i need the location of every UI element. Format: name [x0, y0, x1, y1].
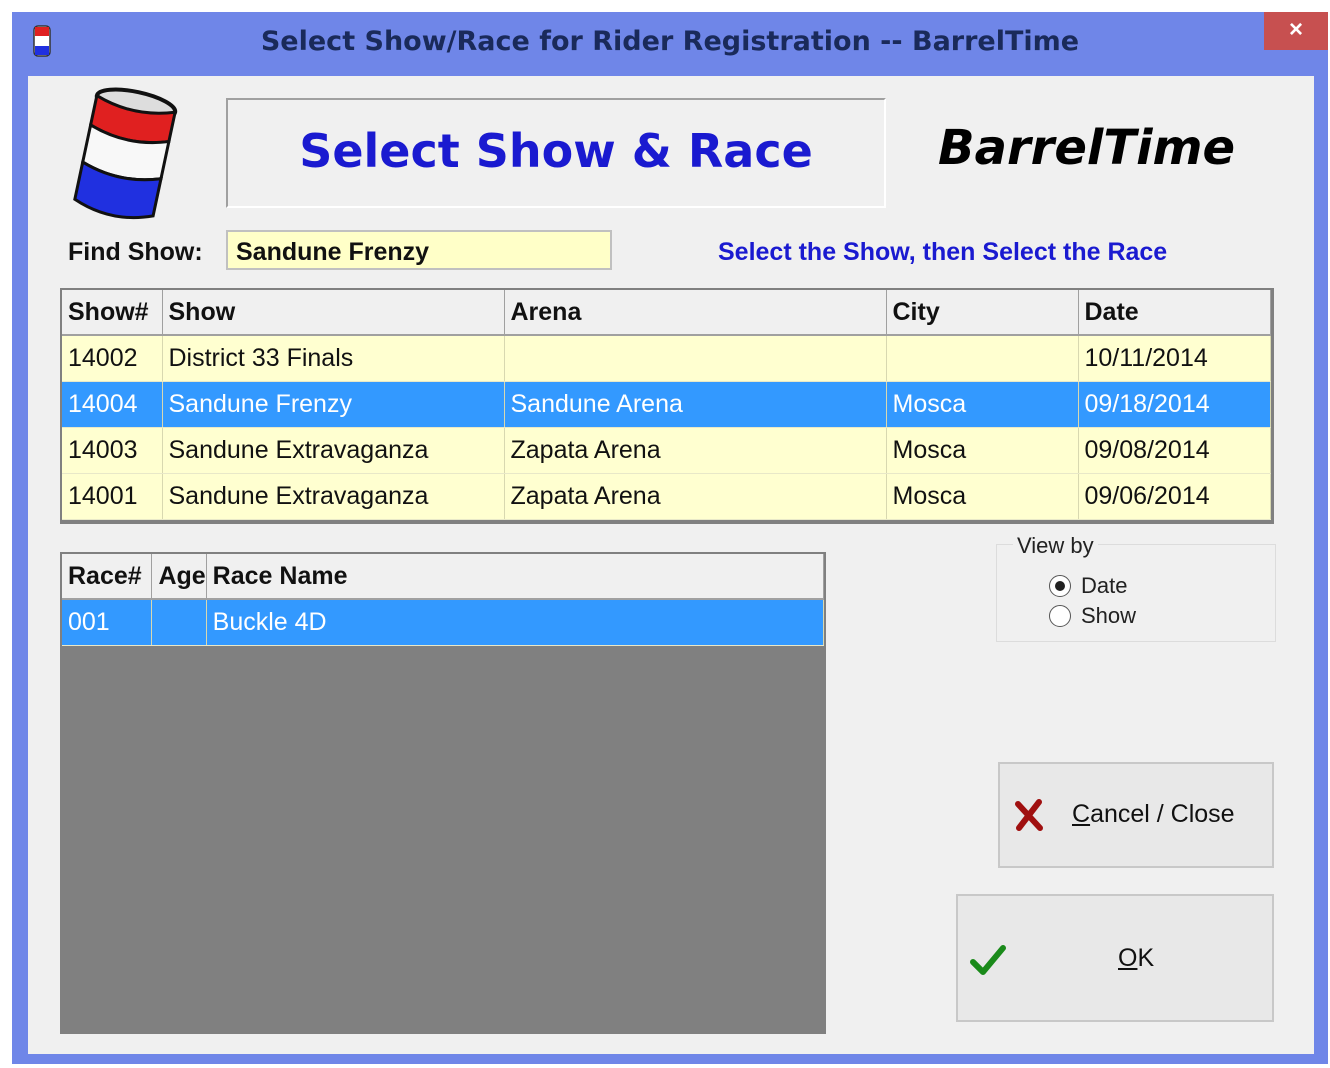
arena-cell: Zapata Arena	[504, 427, 887, 474]
ok-label-rest: K	[1137, 944, 1155, 972]
race-number-cell: 001	[62, 599, 153, 646]
race-row-selected[interactable]: 001 Buckle 4D	[62, 599, 825, 646]
view-by-group: View by Date Show	[996, 533, 1276, 642]
dialog-window: Select Show/Race for Rider Registration …	[12, 12, 1328, 1064]
column-header-race-number[interactable]: Race#	[62, 554, 153, 600]
dialog-client-area: Select Show & Race BarrelTime Find Show:…	[28, 76, 1314, 1054]
city-cell: Mosca	[886, 473, 1079, 520]
window-title: Select Show/Race for Rider Registration …	[260, 26, 1080, 57]
show-number-cell: 14003	[62, 427, 163, 474]
column-header-city[interactable]: City	[886, 290, 1079, 336]
column-header-race-name[interactable]: Race Name	[206, 554, 825, 600]
arena-cell: Zapata Arena	[504, 473, 887, 520]
date-cell: 10/11/2014	[1078, 335, 1271, 382]
show-name-cell: District 33 Finals	[162, 335, 505, 382]
column-header-age[interactable]: Age	[151, 554, 207, 600]
show-row[interactable]: 14002 District 33 Finals 10/11/2014	[62, 335, 1271, 382]
instruction-text: Select the Show, then Select the Race	[718, 238, 1168, 266]
date-cell: 09/08/2014	[1078, 427, 1271, 474]
show-row[interactable]: 14001 Sandune Extravaganza Zapata Arena …	[62, 473, 1271, 520]
arena-cell	[504, 335, 887, 382]
cancel-close-label: Cancel / Close	[1072, 800, 1235, 829]
column-header-show-number[interactable]: Show#	[62, 290, 163, 336]
brand-logo-text: BarrelTime	[938, 120, 1236, 176]
radio-unchecked-icon[interactable]	[1049, 605, 1071, 627]
show-row-selected[interactable]: 14004 Sandune Frenzy Sandune Arena Mosca…	[62, 381, 1271, 428]
show-name-cell: Sandune Extravaganza	[162, 427, 505, 474]
date-cell: 09/06/2014	[1078, 473, 1271, 520]
shows-grid[interactable]: Show# Show Arena City Date 14002 Distric…	[60, 288, 1274, 524]
city-cell: Mosca	[886, 381, 1079, 428]
checkmark-icon	[970, 945, 1006, 975]
title-bar[interactable]: Select Show/Race for Rider Registration …	[12, 12, 1328, 76]
barrel-logo-icon	[73, 87, 178, 220]
column-header-date[interactable]: Date	[1078, 290, 1271, 336]
find-show-input[interactable]: Sandune Frenzy	[226, 230, 612, 270]
radio-label-date: Date	[1081, 573, 1128, 598]
view-by-label: View by	[1013, 533, 1098, 559]
page-title: Select Show & Race	[299, 124, 813, 178]
ok-label: OK	[1118, 944, 1154, 973]
race-name-cell: Buckle 4D	[206, 599, 825, 646]
header-panel: Select Show & Race	[226, 98, 886, 208]
cancel-label-rest: ancel / Close	[1090, 800, 1235, 828]
arena-cell: Sandune Arena	[504, 381, 887, 428]
show-row[interactable]: 14003 Sandune Extravaganza Zapata Arena …	[62, 427, 1271, 474]
radio-checked-icon[interactable]	[1049, 575, 1071, 597]
show-name-cell: Sandune Frenzy	[162, 381, 505, 428]
city-cell	[886, 335, 1079, 382]
show-number-cell: 14004	[62, 381, 163, 428]
date-cell: 09/18/2014	[1078, 381, 1271, 428]
x-icon	[1015, 799, 1043, 831]
radio-label-show: Show	[1081, 603, 1137, 628]
age-cell	[151, 599, 207, 646]
ok-mnemonic: O	[1118, 944, 1138, 972]
city-cell: Mosca	[886, 427, 1079, 474]
show-name-cell: Sandune Extravaganza	[162, 473, 505, 520]
races-grid[interactable]: Race# Age Race Name 001 Buckle 4D	[60, 552, 826, 1034]
show-number-cell: 14002	[62, 335, 163, 382]
column-header-arena[interactable]: Arena	[504, 290, 887, 336]
column-header-show[interactable]: Show	[162, 290, 505, 336]
show-number-cell: 14001	[62, 473, 163, 520]
ok-button[interactable]: OK	[956, 894, 1274, 1022]
close-button[interactable]: ×	[1264, 12, 1328, 50]
cancel-close-button[interactable]: Cancel / Close	[998, 762, 1274, 868]
find-show-label: Find Show:	[68, 238, 203, 266]
cancel-mnemonic: C	[1072, 800, 1091, 828]
